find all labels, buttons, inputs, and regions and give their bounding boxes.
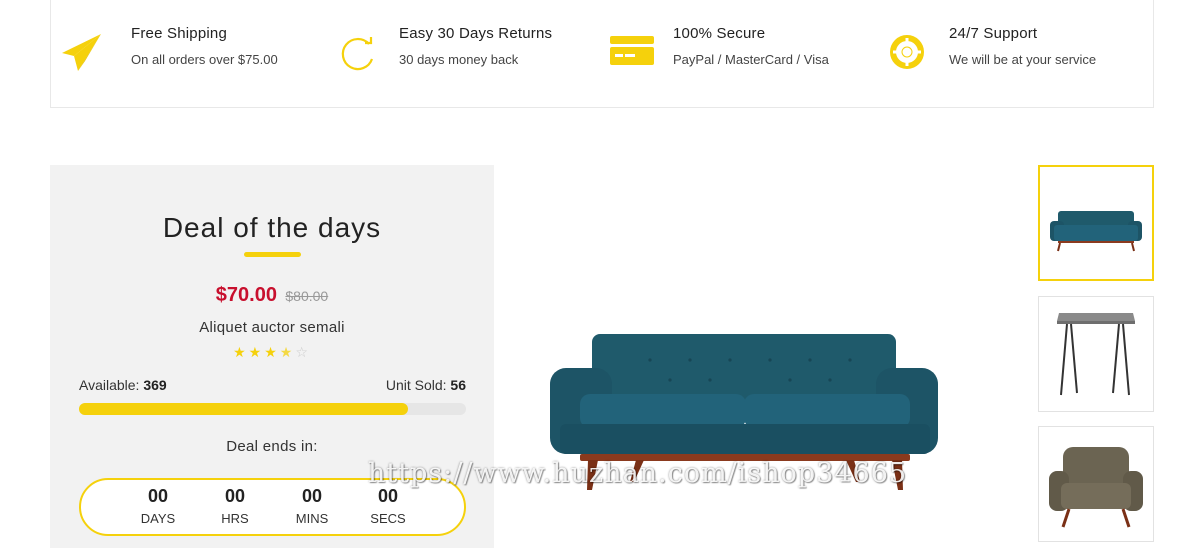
rating-stars: ★★★★☆ bbox=[50, 344, 494, 361]
sold-count: Unit Sold: 56 bbox=[386, 377, 466, 393]
product-name[interactable]: Aliquet auctor semali bbox=[50, 319, 494, 336]
countdown-label: HRS bbox=[221, 511, 249, 526]
available-count: Available: 369 bbox=[79, 377, 167, 393]
half-star-icon: ★ bbox=[279, 344, 296, 360]
features-bar: Free Shipping On all orders over $75.00 … bbox=[50, 0, 1154, 108]
old-price: $80.00 bbox=[285, 288, 329, 304]
countdown-label: DAYS bbox=[140, 511, 176, 526]
price-row: $70.00 $80.00 bbox=[50, 284, 494, 307]
feature-support: 24/7 Support We will be at your service bbox=[885, 0, 1153, 107]
thumbnail-armchair[interactable] bbox=[1038, 426, 1154, 542]
feature-subtitle: PayPal / MasterCard / Visa bbox=[673, 52, 829, 67]
feature-title: Easy 30 Days Returns bbox=[399, 25, 553, 42]
feature-title: 100% Secure bbox=[673, 25, 766, 42]
countdown-minutes: 00 MINS bbox=[287, 486, 337, 526]
countdown-value: 00 bbox=[377, 486, 399, 506]
countdown-value: 00 bbox=[224, 486, 246, 506]
refresh-icon bbox=[341, 37, 374, 71]
countdown-label: MINS bbox=[295, 511, 329, 526]
feature-secure: 100% Secure PayPal / MasterCard / Visa bbox=[609, 0, 879, 107]
current-price: $70.00 bbox=[215, 284, 277, 306]
sold-label: Unit Sold: bbox=[385, 377, 447, 393]
deal-panel: Deal of the days $70.00 $80.00 Aliquet a… bbox=[50, 165, 494, 548]
feature-title: Free Shipping bbox=[131, 25, 227, 42]
available-value: 369 bbox=[143, 377, 167, 393]
sold-value: 56 bbox=[450, 377, 466, 393]
star-icon: ★ bbox=[264, 344, 280, 360]
star-icon: ★ bbox=[233, 344, 249, 360]
feature-free-shipping: Free Shipping On all orders over $75.00 bbox=[59, 0, 319, 107]
countdown-value: 00 bbox=[147, 486, 169, 506]
feature-returns: Easy 30 Days Returns 30 days money back bbox=[335, 0, 595, 107]
paper-plane-icon bbox=[62, 34, 101, 71]
countdown-hours: 00 HRS bbox=[210, 486, 260, 526]
feature-subtitle: 30 days money back bbox=[399, 52, 519, 67]
empty-star-icon: ☆ bbox=[295, 344, 311, 360]
armchair-thumbnail-image bbox=[1049, 447, 1143, 528]
countdown-seconds: 00 SECS bbox=[363, 486, 413, 526]
countdown-label: SECS bbox=[370, 511, 406, 526]
title-underline bbox=[244, 252, 301, 257]
stock-progress-bar bbox=[79, 403, 466, 415]
watermark-text: https://www.huzhan.com/ishop34665 bbox=[368, 458, 908, 489]
deal-title: Deal of the days bbox=[162, 212, 382, 243]
available-label: Available: bbox=[79, 377, 140, 393]
countdown-value: 00 bbox=[301, 486, 323, 506]
credit-card-icon bbox=[610, 36, 654, 65]
feature-title: 24/7 Support bbox=[949, 25, 1038, 42]
lifebuoy-icon bbox=[890, 35, 924, 69]
star-icon: ★ bbox=[248, 344, 265, 360]
sofa-thumbnail-image bbox=[1050, 211, 1142, 252]
feature-subtitle: We will be at your service bbox=[949, 52, 1097, 67]
deal-ends-label: Deal ends in: bbox=[226, 438, 318, 455]
thumbnail-side-table[interactable] bbox=[1038, 296, 1154, 412]
stock-progress-fill bbox=[79, 403, 408, 415]
side-table-thumbnail-image bbox=[1057, 313, 1135, 396]
thumbnail-sofa[interactable] bbox=[1038, 165, 1154, 281]
feature-subtitle: On all orders over $75.00 bbox=[131, 52, 278, 67]
countdown-days: 00 DAYS bbox=[133, 486, 183, 526]
